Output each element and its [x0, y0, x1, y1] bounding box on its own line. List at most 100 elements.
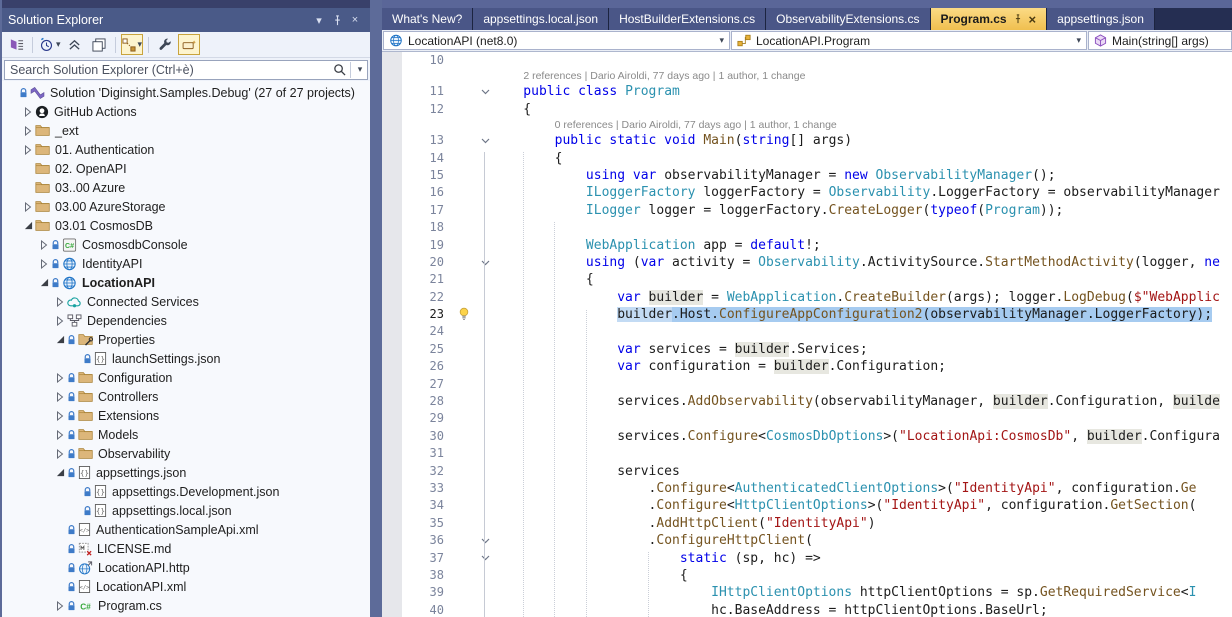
tree-item[interactable]: Properties: [2, 330, 370, 349]
window-position-icon[interactable]: ▾: [310, 12, 328, 28]
search-input[interactable]: [5, 61, 330, 79]
chevron-down-icon[interactable]: ▾: [138, 39, 143, 50]
tree-expander-icon[interactable]: [37, 278, 51, 287]
tree-item[interactable]: Observability: [2, 444, 370, 463]
fold-chevron-icon[interactable]: [481, 260, 490, 266]
tree-item[interactable]: Dependencies: [2, 311, 370, 330]
properties-button[interactable]: [154, 34, 176, 55]
tree-expander-icon[interactable]: [53, 468, 67, 477]
search-options-chevron-icon[interactable]: ▾: [353, 64, 367, 75]
tree-expander-icon[interactable]: [21, 107, 35, 117]
pin-icon[interactable]: [328, 12, 346, 28]
web-project-icon: [62, 276, 77, 290]
tree-item[interactable]: LocationAPI: [2, 273, 370, 292]
collapse-all-button[interactable]: [64, 34, 86, 55]
tree-item[interactable]: 01. Authentication: [2, 140, 370, 159]
tree-item[interactable]: _ext: [2, 121, 370, 140]
action-gutter: [454, 393, 478, 410]
tree-item[interactable]: {}appsettings.Development.json: [2, 482, 370, 501]
tab-label: ObservabilityExtensions.cs: [776, 12, 919, 26]
tree-item[interactable]: Configuration: [2, 368, 370, 387]
tree-expander-icon[interactable]: [53, 430, 67, 440]
tree-expander-icon[interactable]: [53, 392, 67, 402]
tree-item[interactable]: {}appsettings.local.json: [2, 501, 370, 520]
tree-item[interactable]: 03.00 AzureStorage: [2, 197, 370, 216]
tree-expander-icon[interactable]: [21, 145, 35, 155]
tree-item[interactable]: 03.01 CosmosDB: [2, 216, 370, 235]
tree-expander-icon[interactable]: [53, 449, 67, 459]
tree-item[interactable]: 03..00 Azure: [2, 178, 370, 197]
member-dropdown[interactable]: Main(string[] args): [1088, 31, 1232, 50]
json-file-icon: {}: [94, 484, 107, 499]
codelens-info[interactable]: 2 references | Dario Airoldi, 77 days ag…: [523, 69, 1232, 83]
tree-expander-icon[interactable]: [21, 221, 35, 230]
folder-icon: [78, 409, 93, 422]
tree-item[interactable]: GitHub Actions: [2, 102, 370, 121]
tree-item[interactable]: </>LocationAPI.xml: [2, 577, 370, 596]
project-dropdown[interactable]: LocationAPI (net8.0) ▾: [383, 31, 730, 50]
close-tab-icon[interactable]: ×: [1029, 13, 1037, 26]
tree-item[interactable]: C#Program.cs: [2, 596, 370, 615]
folder-icon: [35, 219, 50, 232]
fold-chevron-icon[interactable]: [481, 138, 490, 144]
tree-item[interactable]: Connected Services: [2, 292, 370, 311]
action-gutter: [454, 550, 478, 567]
tree-item[interactable]: LocationAPI.http: [2, 558, 370, 577]
fold-chevron-icon[interactable]: [481, 89, 490, 95]
lock-icon: [51, 277, 60, 289]
tree-item[interactable]: C#CosmosdbConsole: [2, 235, 370, 254]
type-dropdown[interactable]: LocationAPI.Program ▾: [731, 31, 1087, 50]
codelens-info[interactable]: 0 references | Dario Airoldi, 77 days ag…: [555, 118, 1232, 132]
code-editor[interactable]: 10 2 references | Dario Airoldi, 77 days …: [382, 52, 1232, 617]
tree-expander-icon[interactable]: [37, 240, 51, 250]
panel-splitter[interactable]: [370, 0, 382, 617]
tree-expander-icon[interactable]: [37, 259, 51, 269]
tree-expander-icon[interactable]: [21, 126, 35, 136]
tree-item[interactable]: LICENSE.md: [2, 539, 370, 558]
preview-selected-items-button[interactable]: [178, 34, 200, 55]
tree-expander-icon[interactable]: [53, 297, 67, 307]
tab-observabilityextensions-cs[interactable]: ObservabilityExtensions.cs: [766, 8, 930, 30]
tree-item[interactable]: IdentityAPI: [2, 254, 370, 273]
tree-expander-icon[interactable]: [53, 373, 67, 383]
fold-chevron-icon[interactable]: [481, 538, 490, 544]
line-number: 16: [402, 184, 454, 201]
code-line-text: public class Program: [492, 83, 1232, 100]
tab-appsettings-json[interactable]: appsettings.json: [1047, 8, 1155, 30]
fold-chevron-icon[interactable]: [481, 555, 490, 561]
sync-with-active-document-button[interactable]: ▾: [121, 34, 144, 55]
tree-expander-icon[interactable]: [53, 601, 67, 611]
tree-item[interactable]: 02. OpenAPI: [2, 159, 370, 178]
outlining-margin: [478, 271, 492, 288]
quick-actions-lightbulb-icon[interactable]: [458, 307, 470, 322]
json-file-icon: {}: [78, 465, 91, 480]
code-line: 27: [382, 376, 1232, 393]
switch-views-button[interactable]: [5, 34, 27, 55]
tree-item[interactable]: Solution 'Diginsight.Samples.Debug' (27 …: [2, 83, 370, 102]
tree-item[interactable]: {}appsettings.json: [2, 463, 370, 482]
chevron-down-icon[interactable]: ▾: [56, 39, 61, 50]
tree-expander-icon[interactable]: [21, 202, 35, 212]
tree-expander-icon[interactable]: [53, 411, 67, 421]
tree-expander-icon[interactable]: [53, 335, 67, 344]
action-gutter: [454, 52, 478, 69]
tree-item[interactable]: Models: [2, 425, 370, 444]
show-all-files-button[interactable]: [88, 34, 110, 55]
tab-what-s-new-[interactable]: What's New?: [382, 8, 473, 30]
pin-tab-icon[interactable]: [1013, 14, 1023, 24]
search-icon[interactable]: [330, 63, 348, 76]
pending-changes-filter-button[interactable]: ▾: [38, 34, 62, 55]
close-icon[interactable]: ×: [346, 12, 364, 28]
tab-program-cs[interactable]: Program.cs×: [931, 8, 1048, 30]
glyph-margin: [382, 69, 402, 83]
tree-item[interactable]: </>AuthenticationSampleApi.xml: [2, 520, 370, 539]
tab-appsettings-local-json[interactable]: appsettings.local.json: [473, 8, 609, 30]
tree-item[interactable]: Controllers: [2, 387, 370, 406]
action-gutter: [454, 515, 478, 532]
tree-item-label: IdentityAPI: [82, 257, 142, 271]
tree-expander-icon[interactable]: [53, 316, 67, 326]
tree-item[interactable]: Extensions: [2, 406, 370, 425]
tab-hostbuilderextensions-cs[interactable]: HostBuilderExtensions.cs: [609, 8, 766, 30]
tree-item[interactable]: {}launchSettings.json: [2, 349, 370, 368]
line-number: 10: [402, 52, 454, 69]
